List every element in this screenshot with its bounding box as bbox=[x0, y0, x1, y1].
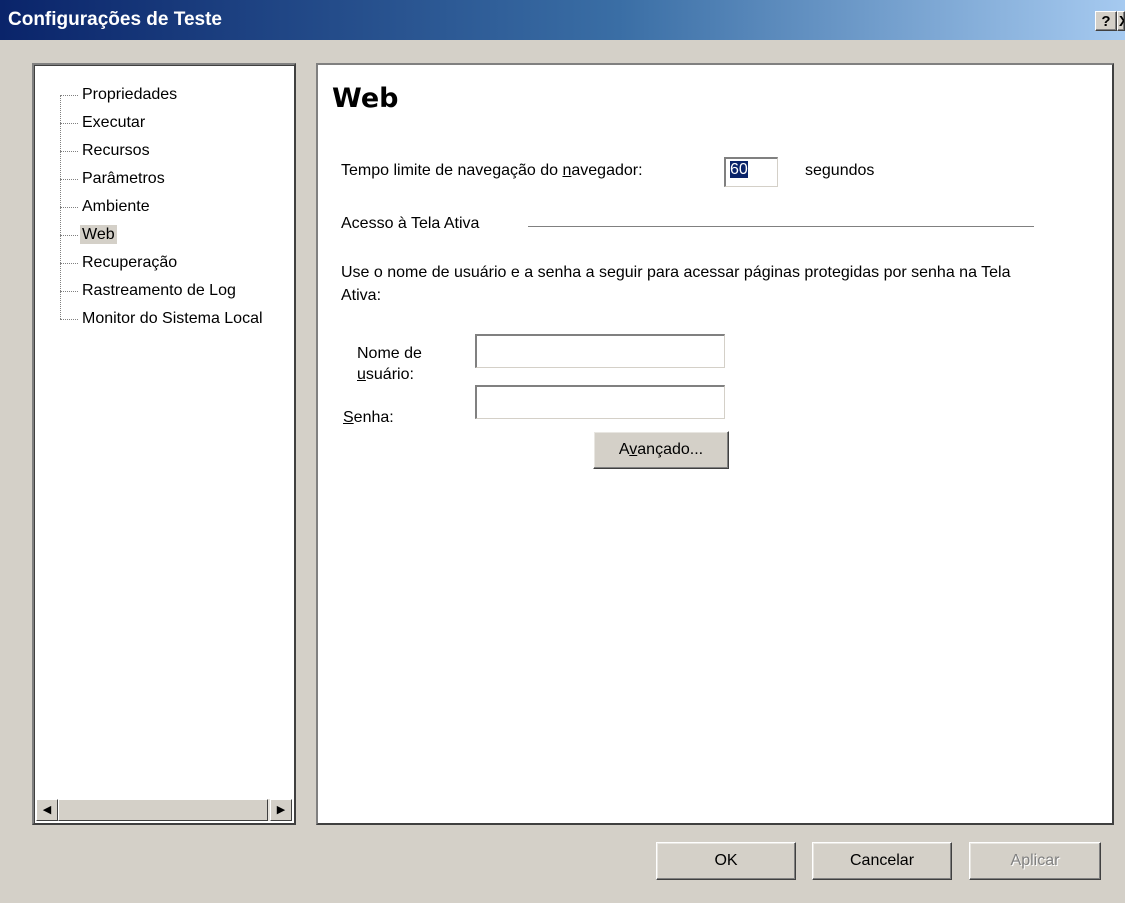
tree-item-label: Recuperação bbox=[82, 254, 178, 271]
tree-item-monitor-do-sistema-local[interactable]: Monitor do Sistema Local bbox=[54, 305, 265, 333]
tree-item-recursos[interactable]: Recursos bbox=[54, 137, 265, 165]
group-divider bbox=[528, 226, 1034, 228]
window-title: Configurações de Teste bbox=[8, 9, 222, 30]
timeout-unit-label: segundos bbox=[805, 162, 875, 179]
tree-item-executar[interactable]: Executar bbox=[54, 109, 265, 137]
username-label: Nome de usuário: bbox=[357, 343, 422, 385]
username-label-mnemonic: u bbox=[357, 366, 366, 383]
timeout-input[interactable]: 60 bbox=[724, 157, 778, 187]
settings-tree-panel: Propriedades Executar Recursos Parâmetro… bbox=[32, 63, 296, 825]
cancel-button[interactable]: Cancelar bbox=[812, 842, 952, 880]
tree-item-propriedades[interactable]: Propriedades bbox=[54, 81, 265, 109]
title-bar: Configurações de Teste ? X bbox=[0, 0, 1125, 40]
tree-item-rastreamento-de-log[interactable]: Rastreamento de Log bbox=[54, 277, 265, 305]
advanced-label-rest: ançado... bbox=[637, 441, 704, 458]
apply-button[interactable]: Aplicar bbox=[969, 842, 1101, 880]
advanced-button[interactable]: Avançado... bbox=[593, 431, 729, 469]
help-icon[interactable]: ? bbox=[1095, 11, 1117, 31]
active-screen-group-label: Acesso à Tela Ativa bbox=[341, 215, 480, 232]
page-title: Web bbox=[332, 83, 399, 114]
tree-item-recuperacao[interactable]: Recuperação bbox=[54, 249, 265, 277]
password-label: Senha: bbox=[343, 409, 394, 427]
horizontal-scrollbar[interactable]: ◀ ▶ bbox=[36, 799, 292, 821]
timeout-label: Tempo limite de navegação do navegador: bbox=[341, 162, 643, 180]
tree-item-label: Executar bbox=[82, 114, 146, 131]
ok-button[interactable]: OK bbox=[656, 842, 796, 880]
tree-item-label: Propriedades bbox=[82, 86, 178, 103]
tree-item-label: Parâmetros bbox=[82, 170, 165, 187]
scroll-right-icon[interactable]: ▶ bbox=[270, 799, 292, 821]
tree-item-ambiente[interactable]: Ambiente bbox=[54, 193, 265, 221]
settings-tree: Propriedades Executar Recursos Parâmetro… bbox=[54, 81, 265, 333]
username-input[interactable] bbox=[475, 334, 725, 368]
tree-item-web[interactable]: Web bbox=[54, 221, 265, 249]
password-label-mnemonic: S bbox=[343, 409, 354, 426]
username-label-line1: Nome de bbox=[357, 345, 422, 362]
tree-item-parametros[interactable]: Parâmetros bbox=[54, 165, 265, 193]
close-icon[interactable]: X bbox=[1117, 11, 1125, 31]
scrollbar-thumb[interactable] bbox=[58, 799, 268, 821]
web-settings-panel: Web Tempo limite de navegação do navegad… bbox=[316, 63, 1114, 825]
advanced-label: A bbox=[618, 441, 630, 458]
tree-item-label: Rastreamento de Log bbox=[82, 282, 236, 299]
tree-item-label: Monitor do Sistema Local bbox=[82, 310, 263, 327]
timeout-label-text-rest: avegador: bbox=[571, 162, 643, 179]
tree-item-label: Recursos bbox=[82, 142, 150, 159]
active-screen-description: Use o nome de usuário e a senha a seguir… bbox=[341, 264, 1011, 304]
tree-item-label: Ambiente bbox=[82, 198, 150, 215]
timeout-value: 60 bbox=[730, 161, 748, 178]
password-input[interactable] bbox=[475, 385, 725, 419]
scroll-left-icon[interactable]: ◀ bbox=[36, 799, 58, 821]
password-label-text: enha: bbox=[353, 409, 394, 426]
tree-item-label: Web bbox=[80, 225, 117, 244]
timeout-label-text: Tempo limite de navegação do bbox=[341, 162, 563, 179]
username-label-line2: suário: bbox=[365, 366, 414, 383]
